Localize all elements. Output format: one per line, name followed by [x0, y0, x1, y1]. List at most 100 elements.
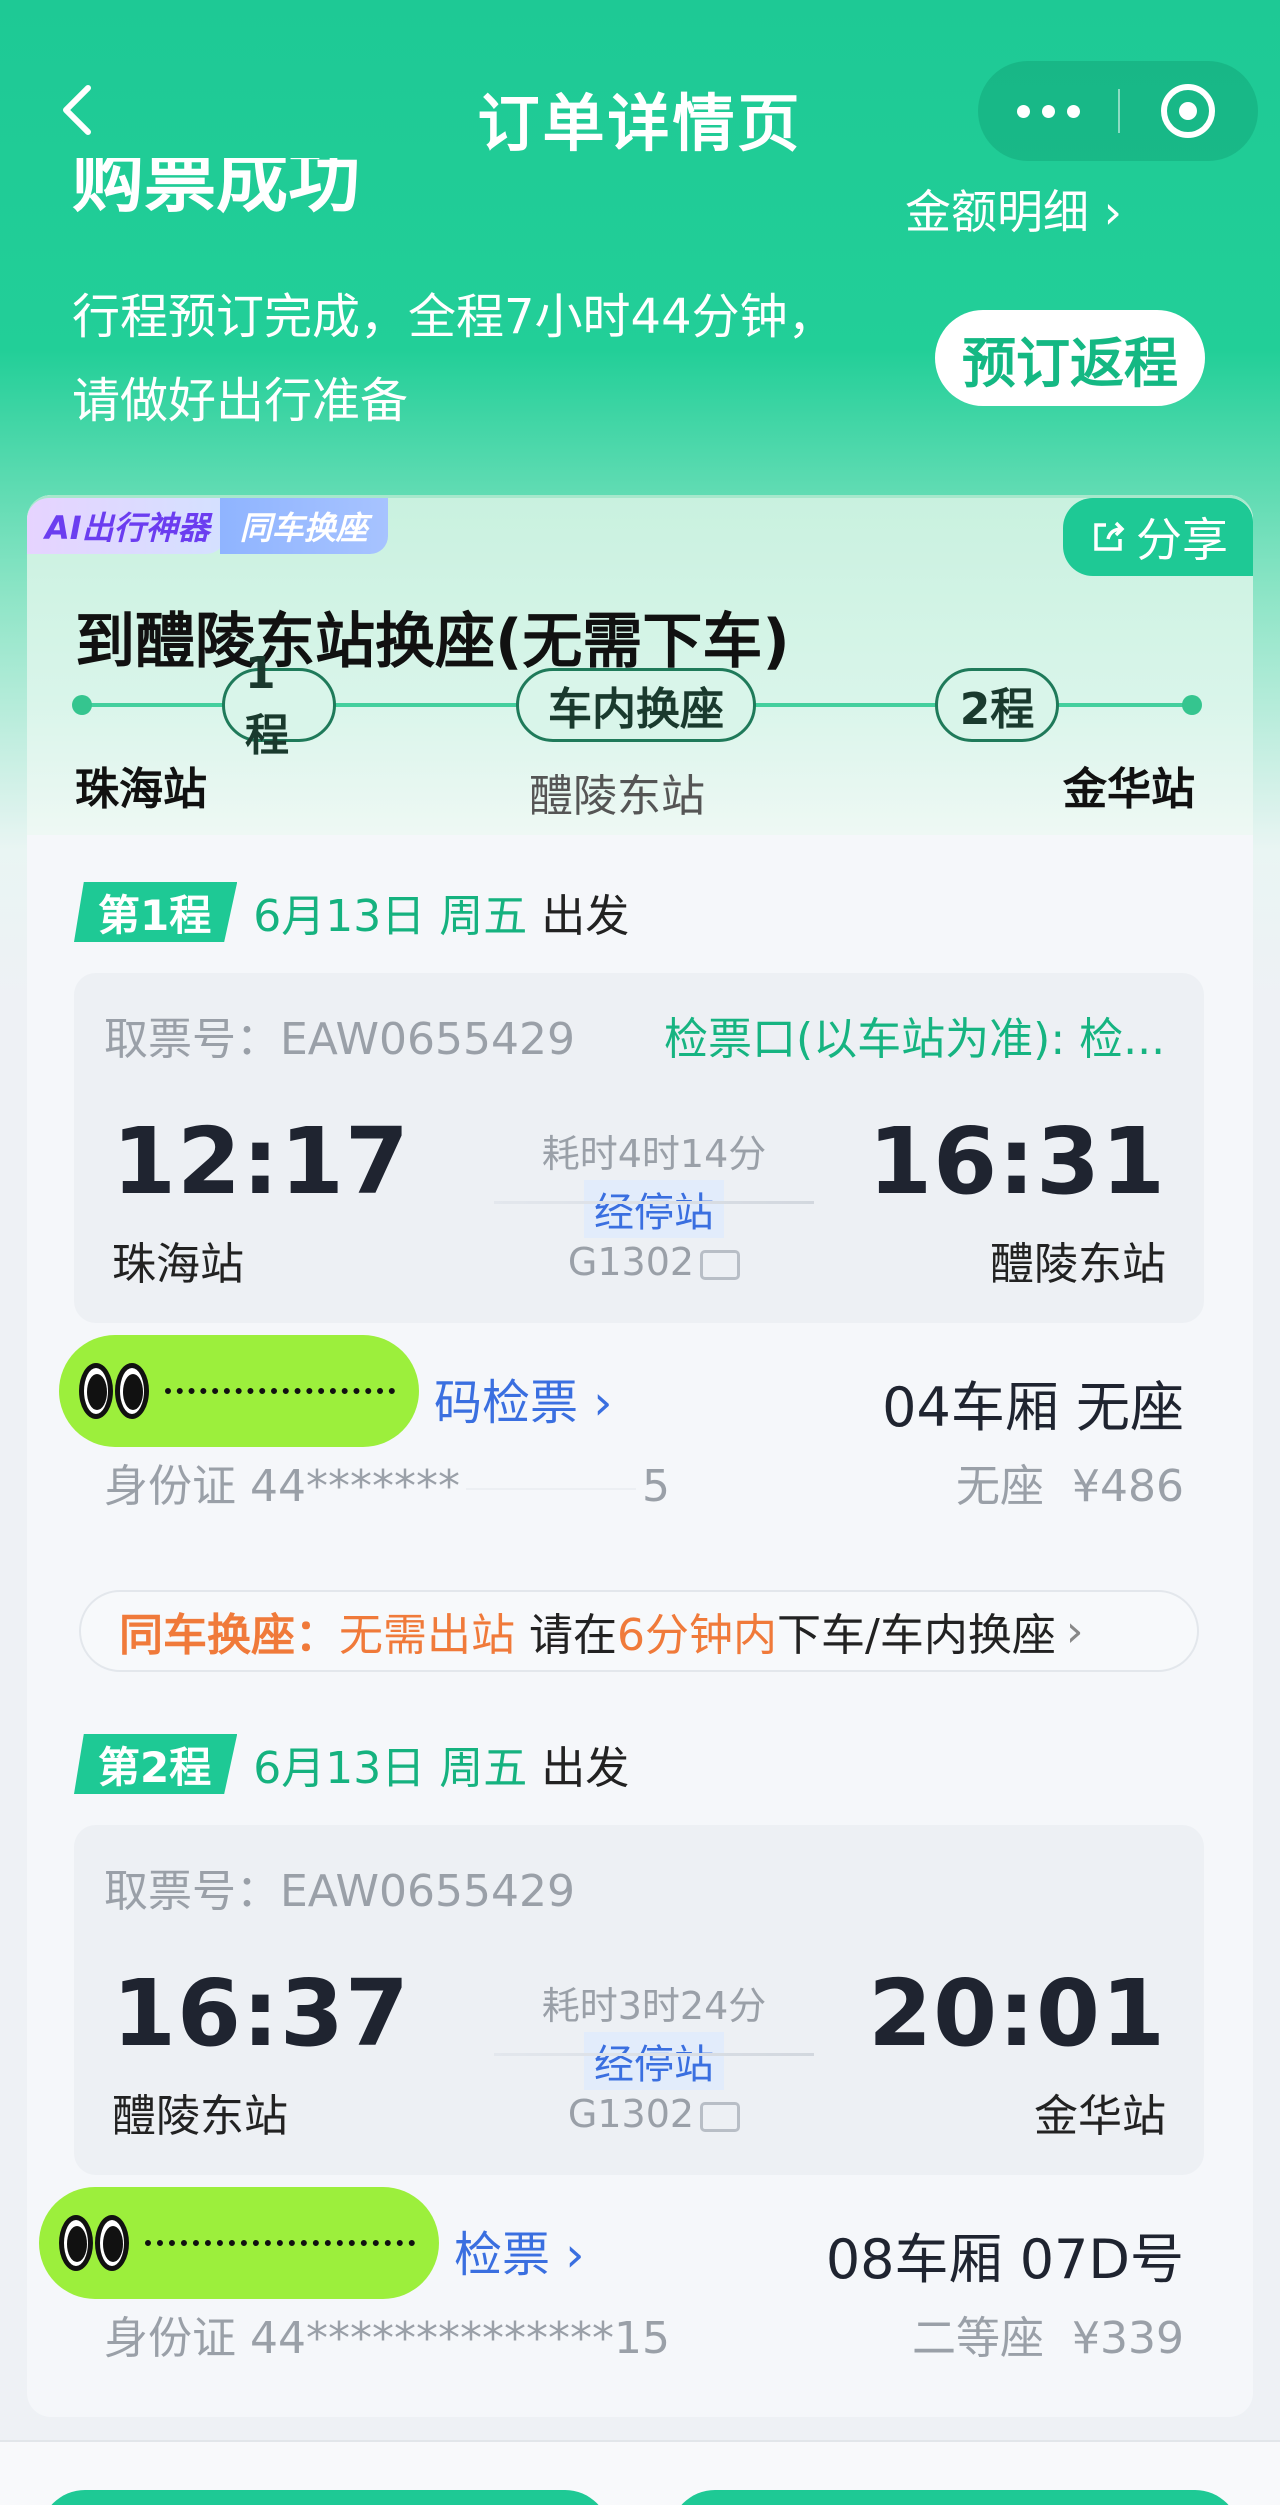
- leg2-stops-link[interactable]: 经停站: [584, 2032, 724, 2090]
- transfer-notice[interactable]: 同车换座： 无需出站 请在 6分钟内 下车/车内换座 ›: [79, 1590, 1199, 1672]
- bottom-left-button[interactable]: [40, 2490, 610, 2505]
- leg2-duration: 耗时3时24分: [541, 1984, 767, 2028]
- leg1-header: 第1程 6月13日 周五 出发: [74, 880, 629, 944]
- bottom-right-button[interactable]: [670, 2490, 1240, 2505]
- ai-tag: AI出行神器: [27, 498, 226, 554]
- leg2-depart-label: 出发: [541, 1743, 630, 1794]
- transfer-minutes: 6分钟内: [617, 1610, 777, 1661]
- route-start-dot: [72, 695, 92, 715]
- book-return-button[interactable]: 预订返程: [935, 310, 1205, 406]
- leg1-arrival-time: 16:31: [868, 1108, 1166, 1215]
- leg1-depart-label: 出发: [541, 891, 630, 942]
- redaction-sticker: [59, 1335, 419, 1447]
- leg2-journey-info: 耗时3时24分 经停站 G1302: [494, 1975, 814, 2136]
- in-train-change-pill: 车内换座: [516, 668, 756, 742]
- leg2-badge: 第2程: [74, 1734, 238, 1794]
- leg2-arrival-time: 20:01: [868, 1960, 1166, 2067]
- leg1-price: 无座 ¥486: [956, 1450, 1184, 1514]
- leg1-train-number: G1302: [567, 1240, 695, 1284]
- leg1-badge: 第1程: [74, 882, 238, 942]
- leg2-seat: 08车厢 07D号: [825, 2228, 1184, 2291]
- same-train-seat-tag: 同车换座: [219, 498, 388, 554]
- transfer-no-exit: 无需出站: [339, 1610, 515, 1661]
- amount-detail-label: 金额明细: [905, 185, 1089, 239]
- chevron-right-icon: ›: [1065, 1605, 1084, 1657]
- leg1-duration: 耗时4时14分: [541, 1132, 767, 1176]
- transfer-station: 醴陵东站: [529, 771, 705, 822]
- leg1-id-text: 身份证 44*******: [104, 1461, 460, 1512]
- bottom-action-bar: [0, 2440, 1280, 2505]
- leg1-journey-info: 耗时4时14分 经停站 G1302: [494, 1123, 814, 1284]
- destination-station: 金华站: [1063, 764, 1195, 815]
- leg1-departure-time: 12:17: [112, 1108, 410, 1215]
- leg1-train: G1302: [514, 1240, 794, 1284]
- origin-station: 珠海站: [75, 764, 207, 815]
- share-button[interactable]: 分享: [1063, 498, 1253, 576]
- leg2-arrival-station: 金华站: [1034, 2091, 1166, 2142]
- leg1-qr-label: 码检票: [434, 1375, 579, 1431]
- leg1-id-number: 身份证 44******* 5: [104, 1450, 670, 1514]
- leg1-qr-checkin-link[interactable]: 码检票 ›: [434, 1363, 612, 1433]
- leg1-pill: 1程: [222, 648, 336, 761]
- leg2-pill: 2程: [935, 668, 1059, 742]
- leg1-arrival-station: 醴陵东站: [990, 1239, 1166, 1290]
- leg2-arrow: [494, 2053, 814, 2056]
- more-dot: [1066, 104, 1080, 118]
- leg1-arrow: [494, 1201, 814, 1204]
- trip-description: 行程预订完成，全程7小时44分钟，请做好出行准备: [72, 289, 836, 429]
- eyes-icon: [79, 1363, 151, 1419]
- success-title: 购票成功: [72, 158, 360, 238]
- leg1-id-tail: 5: [641, 1461, 670, 1512]
- eyes-icon: [59, 2215, 131, 2271]
- leg2-qr-checkin-link[interactable]: 检票 ›: [454, 2215, 584, 2285]
- leg1-departure-station: 珠海站: [112, 1239, 244, 1290]
- chevron-right-icon: ›: [1103, 185, 1123, 239]
- transfer-rest: 下车/车内换座: [777, 1610, 1056, 1661]
- leg1-price-value: ¥486: [1072, 1461, 1184, 1512]
- redaction-sticker: [39, 2187, 439, 2299]
- transfer-please: 请在: [529, 1610, 617, 1661]
- leg1-date: 6月13日 周五: [253, 891, 528, 942]
- leg2-departure-time: 16:37: [112, 1960, 410, 2067]
- leg2-header: 第2程 6月13日 周五 出发: [74, 1732, 629, 1796]
- id-card-icon: [700, 1249, 741, 1280]
- leg1-ticket: 取票号：EAW0655429 检票口(以车站为准): 检... 12:17 珠海…: [74, 973, 1204, 1323]
- route-end-dot: [1182, 695, 1202, 715]
- id-card-icon: [700, 2101, 741, 2132]
- more-dot: [1041, 104, 1055, 118]
- share-icon: [1094, 521, 1125, 551]
- feature-tags: AI出行神器 同车换座: [27, 498, 388, 554]
- nav-bar: 订单详情页: [0, 55, 1280, 170]
- leg1-seat: 04车厢 无座: [882, 1376, 1184, 1439]
- leg1-check-gate: 检票口(以车站为准): 检...: [664, 1014, 1166, 1065]
- mini-program-capsule: [978, 61, 1258, 161]
- success-title-text: 购票成功: [72, 158, 361, 222]
- leg2-price-value: ¥339: [1072, 2313, 1184, 2364]
- leg1-seat-type: 无座: [956, 1461, 1045, 1512]
- more-button[interactable]: [978, 61, 1118, 161]
- leg2-passenger: 检票 › 08车厢 07D号 身份证 44**************15 二等…: [39, 2187, 1204, 2364]
- leg1-stops-link[interactable]: 经停站: [584, 1180, 724, 1238]
- leg2-ticket-number: 取票号：EAW0655429: [104, 1866, 575, 1917]
- redaction-dots: [145, 2240, 415, 2246]
- redaction-dots: [165, 1388, 395, 1394]
- leg2-train-number: G1302: [567, 2092, 695, 2136]
- more-dots-icon: [1016, 104, 1030, 118]
- close-button[interactable]: [1118, 61, 1258, 161]
- share-label: 分享: [1136, 513, 1228, 567]
- order-card: AI出行神器 同车换座 分享 到醴陵东站换座(无需下车) 1程 车内换座 2程 …: [27, 495, 1253, 2417]
- leg2-qr-label: 检票: [454, 2227, 551, 2283]
- route-summary: AI出行神器 同车换座 分享 到醴陵东站换座(无需下车) 1程 车内换座 2程 …: [27, 495, 1253, 835]
- route-title: 到醴陵东站换座(无需下车): [75, 607, 790, 677]
- leg1-ticket-number: 取票号：EAW0655429: [104, 1014, 575, 1065]
- leg2-seat-type: 二等座: [912, 2313, 1045, 2364]
- target-icon: [1161, 84, 1215, 138]
- leg2-train: G1302: [514, 2092, 794, 2136]
- amount-detail-link[interactable]: 金额明细 ›: [905, 176, 1122, 242]
- leg1-passenger: 码检票 › 04车厢 无座 身份证 44******* 5 无座 ¥486: [59, 1335, 1204, 1512]
- leg2-id-number: 身份证 44**************15: [104, 2313, 670, 2364]
- leg2-date: 6月13日 周五: [253, 1743, 528, 1794]
- leg2-price: 二等座 ¥339: [912, 2302, 1184, 2366]
- leg2-departure-station: 醴陵东站: [112, 2091, 288, 2142]
- leg2-ticket: 取票号：EAW0655429 16:37 醴陵东站 耗时3时24分 经停站 G1…: [74, 1825, 1204, 2175]
